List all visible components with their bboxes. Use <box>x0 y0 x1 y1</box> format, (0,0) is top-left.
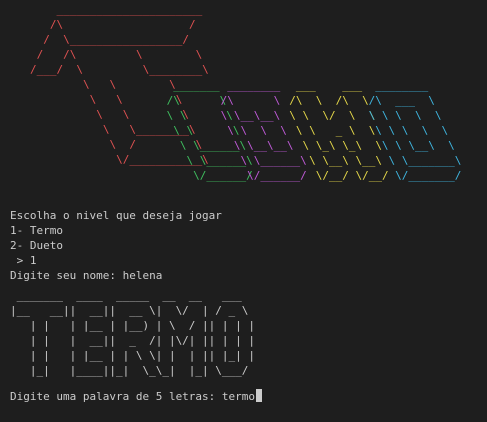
terminal-window: ______________________ /\ / / \_________… <box>0 0 487 422</box>
termo-title-art: _______ ____ _____ __ __ ___ |__ __|| __… <box>10 289 256 377</box>
word-input-value[interactable]: termo <box>222 390 255 403</box>
text-cursor <box>256 389 263 402</box>
level-answer: > 1 <box>10 254 37 267</box>
level-question: Escolha o nivel que deseja jogar <box>10 209 222 222</box>
option-termo: 1- Termo <box>10 224 63 237</box>
option-dueto: 2- Dueto <box>10 239 63 252</box>
word-input-label: Digite uma palavra de 5 letras: <box>10 390 222 403</box>
name-prompt: Digite seu nome: helena <box>10 269 163 282</box>
banner-art-cyan: ________ /\ ___ \ \ \ \ \ \ \ \ \ \ \ \ … <box>368 79 462 182</box>
word-input-line[interactable]: Digite uma palavra de 5 letras: termo <box>10 389 263 404</box>
